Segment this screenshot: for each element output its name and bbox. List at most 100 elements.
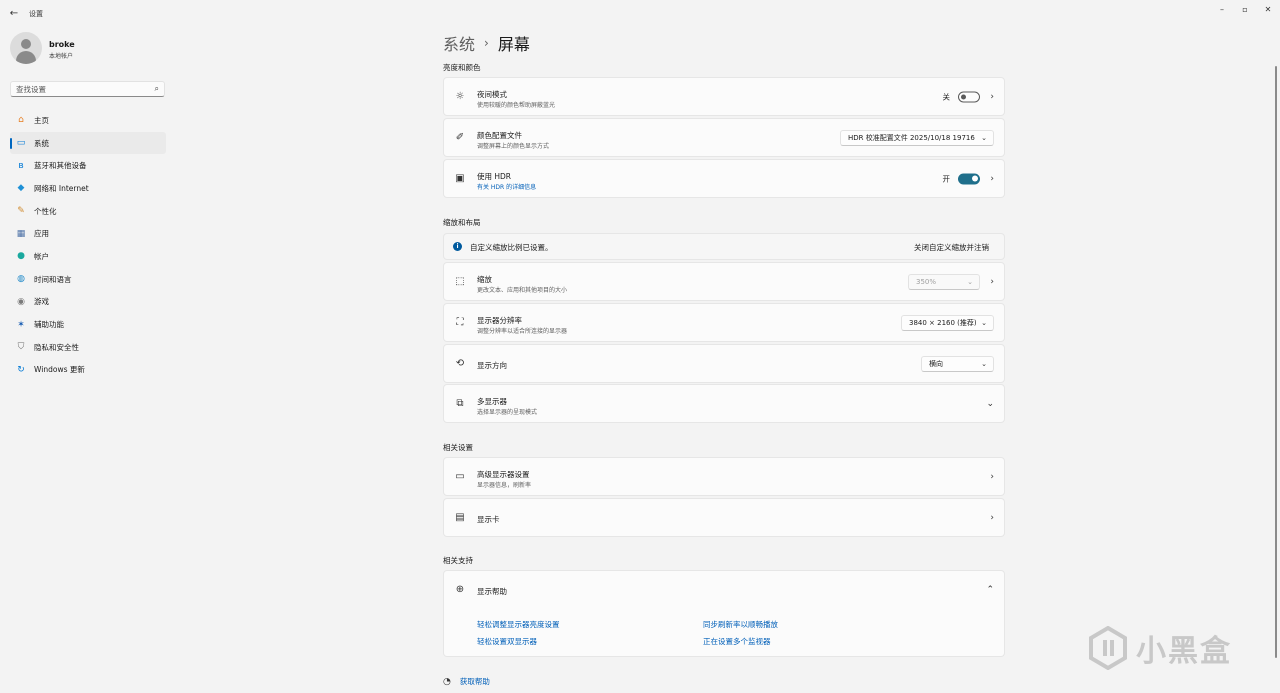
sidebar-item-time-language[interactable]: ◍ 时间和语言 — [10, 268, 166, 291]
help-link-dual-display[interactable]: 轻松设置双显示器 — [477, 636, 537, 647]
night-light-subtitle: 使用较暖的颜色帮助屏蔽蓝光 — [477, 102, 556, 109]
sidebar-item-system[interactable]: ▭ 系统 — [10, 131, 166, 155]
sidebar-item-personalization[interactable]: ✎ 个性化 — [10, 200, 166, 223]
sidebar-item-bluetooth[interactable]: ʙ 蓝牙和其他设备 — [10, 154, 166, 177]
chevron-down-icon: ⌄ — [981, 133, 987, 142]
search-input[interactable] — [16, 84, 146, 95]
breadcrumb-parent[interactable]: 系统 — [443, 31, 475, 55]
advanced-display-subtitle: 显示器信息，刷新率 — [477, 482, 532, 489]
hdr-state: 开 — [942, 174, 951, 183]
night-light-card[interactable]: ☼ 夜间模式 使用较暖的颜色帮助屏蔽蓝光 关 › — [443, 77, 1005, 116]
custom-scale-info: i 自定义缩放比例已设置。 关闭自定义缩放并注销 — [443, 233, 1005, 260]
advanced-display-card[interactable]: ▭ 高级显示器设置 显示器信息，刷新率 › — [443, 457, 1005, 496]
avatar[interactable] — [10, 32, 42, 64]
back-button[interactable]: ← — [6, 6, 22, 20]
hdr-toggle[interactable] — [958, 173, 980, 184]
sidebar-item-apps[interactable]: ▦ 应用 — [10, 222, 166, 245]
get-help-link[interactable]: 获取帮助 — [460, 676, 490, 687]
minimize-button[interactable]: – — [1210, 2, 1234, 16]
help-link-refresh-rate[interactable]: 同步刷新率以顺畅播放 — [703, 619, 778, 630]
privacy-shield-icon: ⛉ — [17, 342, 25, 353]
sidebar-item-label: 帐户 — [34, 251, 49, 261]
chevron-down-icon: ⌄ — [986, 398, 994, 409]
night-light-title: 夜间模式 — [477, 90, 507, 99]
multi-display-title: 多显示器 — [477, 397, 507, 406]
search-icon: ⌕ — [154, 84, 159, 93]
multi-monitor-icon: ⧉ — [456, 398, 464, 409]
get-help[interactable]: ◔ 获取帮助 — [443, 676, 490, 687]
sidebar-item-privacy-shield[interactable]: ⛉ 隐私和安全性 — [10, 336, 166, 359]
sidebar-item-network[interactable]: ◆ 网络和 Internet — [10, 177, 166, 200]
resolution-card: ⛶ 显示器分辨率 调整分辨率以适合所连接的显示器 3840 × 2160 (推荐… — [443, 303, 1005, 342]
hdr-card[interactable]: ▣ 使用 HDR 有关 HDR 的详细信息 开 › — [443, 159, 1005, 198]
hdr-icon: ▣ — [455, 173, 465, 184]
hdr-info-link[interactable]: 有关 HDR 的详细信息 — [477, 182, 536, 191]
orientation-card: ⟲ 显示方向 横向 ⌄ — [443, 344, 1005, 383]
help-link-multiple-monitors[interactable]: 正在设置多个监视器 — [703, 636, 771, 647]
chevron-right-icon: › — [990, 471, 994, 482]
sidebar-item-home[interactable]: ⌂ 主页 — [10, 109, 166, 132]
sidebar-item-label: 个性化 — [34, 206, 57, 216]
night-light-toggle[interactable] — [958, 91, 980, 102]
chevron-down-icon: ⌄ — [967, 277, 973, 286]
display-help-title: 显示帮助 — [477, 587, 507, 596]
chevron-right-icon: › — [990, 173, 994, 184]
resolution-dropdown[interactable]: 3840 × 2160 (推荐) ⌄ — [901, 314, 994, 331]
chevron-down-icon: ⌄ — [981, 318, 987, 327]
scale-dropdown: 350% ⌄ — [908, 273, 980, 290]
search-box[interactable]: ⌕ — [10, 81, 165, 97]
pen-icon: ✐ — [455, 132, 465, 143]
chevron-right-icon: › — [484, 36, 489, 50]
app-title: 设置 — [29, 10, 43, 18]
account-type: 本地帐户 — [49, 53, 74, 60]
sidebar-item-label: 隐私和安全性 — [34, 342, 79, 352]
globe-icon: ⊕ — [455, 584, 465, 595]
sidebar-item-accounts[interactable]: ● 帐户 — [10, 245, 166, 268]
maximize-button[interactable]: ▫ — [1233, 2, 1257, 16]
orientation-dropdown[interactable]: 横向 ⌄ — [921, 355, 994, 372]
multi-display-subtitle: 选择显示器的呈现模式 — [477, 409, 538, 416]
page-title: 屏幕 — [497, 35, 530, 54]
graphics-card[interactable]: ▤ 显示卡 › — [443, 498, 1005, 537]
section-title-scale-layout: 缩放和布局 — [443, 218, 481, 227]
graphics-title: 显示卡 — [477, 515, 500, 524]
color-profile-dropdown[interactable]: HDR 校准配置文件 2025/10/18 19716 ⌄ — [840, 129, 994, 146]
monitor-icon: ▭ — [455, 471, 465, 482]
user-name: broke — [49, 40, 75, 49]
sidebar-item-gaming[interactable]: ◉ 游戏 — [10, 291, 166, 314]
sidebar-item-label: 系统 — [34, 138, 49, 148]
close-button[interactable]: ✕ — [1256, 2, 1280, 16]
section-title-related-support: 相关支持 — [443, 556, 473, 565]
home-icon: ⌂ — [18, 115, 24, 126]
advanced-display-title: 高级显示器设置 — [477, 470, 530, 479]
resolution-title: 显示器分辨率 — [477, 316, 522, 325]
sidebar-item-label: Windows 更新 — [34, 365, 85, 375]
sidebar-item-label: 时间和语言 — [34, 274, 72, 284]
display-help-links: 轻松调整显示器亮度设置 同步刷新率以顺畅播放 轻松设置双显示器 正在设置多个监视… — [443, 608, 1005, 657]
chevron-right-icon: › — [990, 91, 994, 102]
resolution-icon: ⛶ — [456, 317, 464, 328]
scale-title: 缩放 — [477, 275, 492, 284]
graphics-card-icon: ▤ — [455, 512, 465, 523]
color-profile-card: ✐ 颜色配置文件 调整屏幕上的颜色显示方式 HDR 校准配置文件 2025/10… — [443, 118, 1005, 157]
accounts-icon: ● — [17, 251, 25, 262]
chevron-down-icon: ⌄ — [981, 359, 987, 368]
disable-custom-scale-link[interactable]: 关闭自定义缩放并注销 — [914, 242, 989, 253]
color-profile-title: 颜色配置文件 — [477, 131, 522, 140]
sidebar-item-accessibility[interactable]: ✶ 辅助功能 — [10, 313, 166, 336]
title-bar: ← 设置 – ▫ ✕ — [0, 0, 1280, 26]
scrollbar[interactable] — [1275, 66, 1277, 658]
scale-card[interactable]: ⬚ 缩放 更改文本、应用和其他项目的大小 350% ⌄ › — [443, 262, 1005, 301]
orientation-title: 显示方向 — [477, 361, 507, 370]
help-link-brightness[interactable]: 轻松调整显示器亮度设置 — [477, 619, 560, 630]
multi-display-card[interactable]: ⧉ 多显示器 选择显示器的呈现模式 ⌄ — [443, 384, 1005, 423]
display-help-card[interactable]: ⊕ 显示帮助 ⌃ — [443, 570, 1005, 609]
section-title-related-settings: 相关设置 — [443, 443, 473, 452]
watermark-logo-icon — [1089, 626, 1127, 670]
sidebar-nav: ⌂ 主页 ▭ 系统 ʙ 蓝牙和其他设备 ◆ 网络和 Internet ✎ 个性化 ▦ 应用 ● 帐户 ◍ 时间… — [10, 109, 166, 381]
sidebar-item-label: 辅助功能 — [34, 320, 64, 330]
sidebar-item-label: 网络和 Internet — [34, 183, 89, 193]
personalization-icon: ✎ — [17, 206, 25, 217]
sidebar-item-windows-update[interactable]: ↻ Windows 更新 — [10, 359, 166, 382]
scale-subtitle: 更改文本、应用和其他项目的大小 — [477, 287, 568, 294]
